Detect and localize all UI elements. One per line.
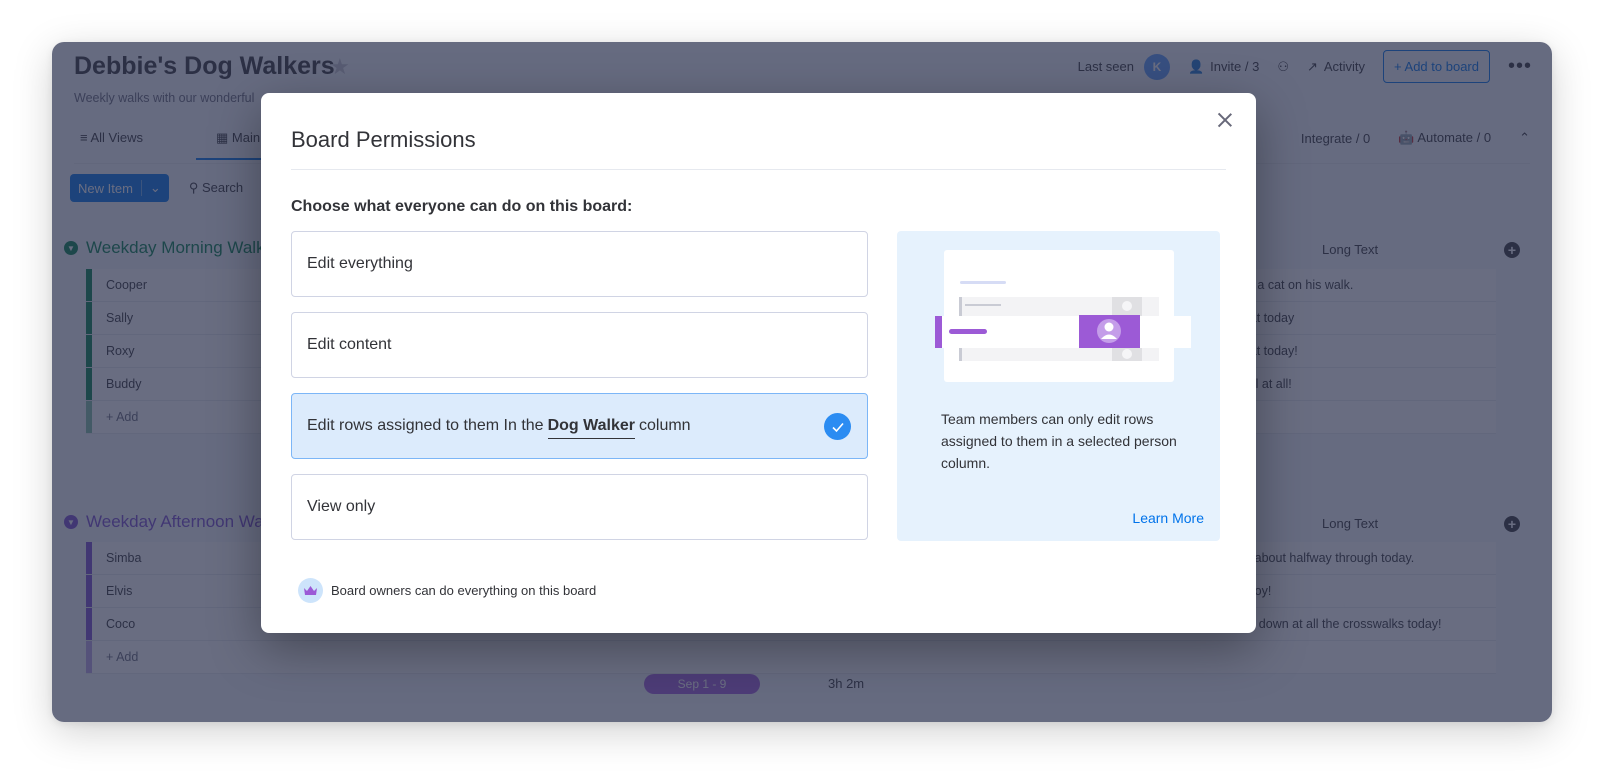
option-label-suffix: column <box>639 417 691 434</box>
modal-title: Board Permissions <box>291 127 476 152</box>
permission-description: Team members can only edit rows assigned… <box>941 411 1177 471</box>
option-edit-content[interactable]: Edit content <box>291 312 868 378</box>
option-label: Edit content <box>307 336 392 353</box>
permission-info-panel: Team members can only edit rows assigned… <box>897 231 1220 541</box>
board-permissions-modal: Board Permissions Choose what everyone c… <box>261 93 1256 633</box>
close-icon[interactable] <box>1216 111 1234 129</box>
owners-note-text: Board owners can do everything on this b… <box>331 583 597 598</box>
option-view-only[interactable]: View only <box>291 474 868 540</box>
option-label: Edit everything <box>307 255 413 272</box>
option-label: Edit rows assigned to them In the <box>307 417 544 434</box>
option-edit-everything[interactable]: Edit everything <box>291 231 868 297</box>
crown-icon <box>298 578 323 603</box>
option-label: View only <box>307 498 376 515</box>
learn-more-link[interactable]: Learn More <box>1132 510 1204 526</box>
person-column-selector[interactable]: Dog Walker <box>547 417 635 439</box>
board-owners-note: Board owners can do everything on this b… <box>298 578 596 603</box>
modal-divider <box>291 169 1226 170</box>
option-edit-assigned-rows[interactable]: Edit rows assigned to them In the Dog Wa… <box>291 393 868 459</box>
checkmark-icon <box>824 413 851 440</box>
permissions-prompt: Choose what everyone can do on this boar… <box>291 198 633 215</box>
permission-illustration <box>935 250 1191 382</box>
